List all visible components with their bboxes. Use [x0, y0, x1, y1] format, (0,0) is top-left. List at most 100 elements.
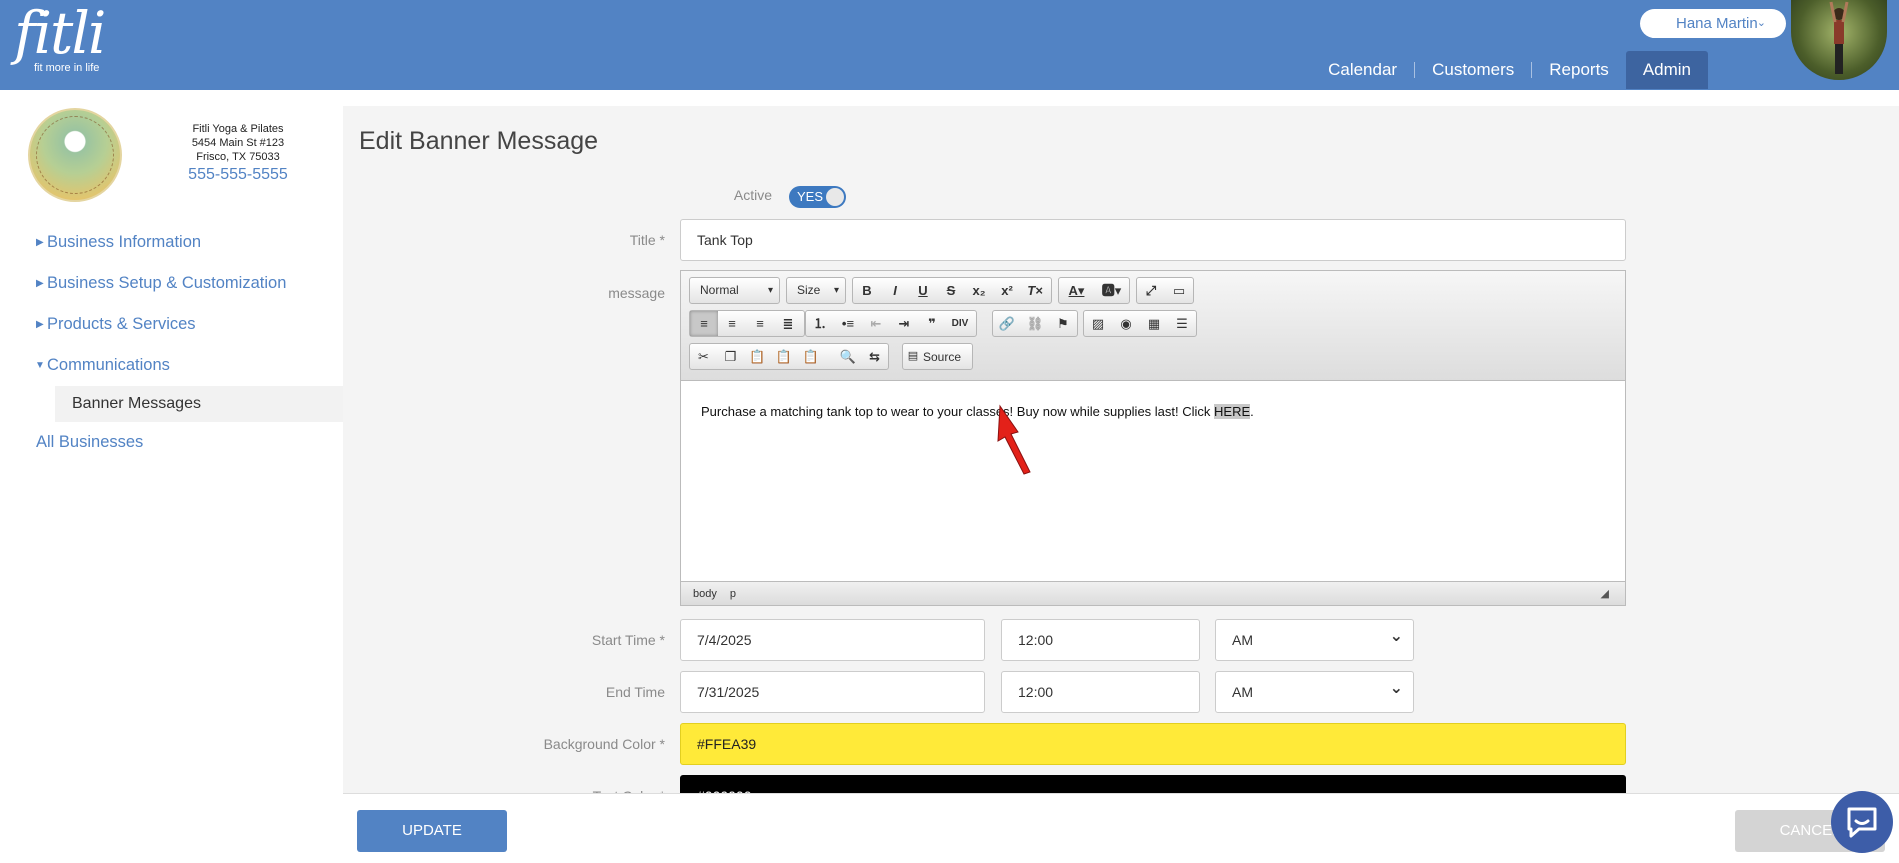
nav-customers[interactable]: Customers [1415, 52, 1531, 88]
background-color-input[interactable]: #FFEA39 [680, 723, 1626, 765]
main-nav: Calendar Customers Reports Admin [1311, 51, 1708, 89]
toggle-knob [826, 188, 844, 206]
sidebar-item-business-setup[interactable]: ▶ Business Setup & Customization [0, 263, 343, 304]
bold-icon[interactable]: B [853, 278, 881, 303]
sidebar-item-business-information[interactable]: ▶ Business Information [0, 222, 343, 263]
nav-reports[interactable]: Reports [1532, 52, 1626, 88]
numbered-list-icon[interactable]: ⒈ [806, 311, 834, 336]
business-address-2: Frisco, TX 75033 [196, 151, 280, 163]
logo-ring [36, 116, 114, 194]
size-combo[interactable]: Size [786, 277, 846, 304]
source-icon: ▤ [907, 350, 919, 362]
admin-menu: ▶ Business Information ▶ Business Setup … [0, 222, 343, 463]
paste-icon[interactable]: 📋 [744, 344, 771, 369]
align-group: ≡ ≡ ≡ ≣ [689, 310, 805, 337]
sidebar-item-label: Business Information [47, 233, 202, 251]
logo-tagline: fit more in life [34, 62, 100, 74]
chat-launcher[interactable] [1831, 791, 1893, 853]
table-icon[interactable]: ▦ [1140, 311, 1168, 336]
resize-grip-icon[interactable]: ◢ [1601, 582, 1609, 606]
find-icon[interactable]: 🔍 [834, 344, 861, 369]
link-icon[interactable]: 🔗 [993, 311, 1021, 336]
sidebar-item-all-businesses[interactable]: All Businesses [0, 422, 343, 463]
element-path-body[interactable]: body [693, 588, 717, 600]
rich-text-editor: Normal Size B I U S x₂ x² T× A▾ 🅰▾ ⤢ ▭ [680, 270, 1626, 606]
business-logo [28, 108, 122, 202]
business-name: Fitli Yoga & Pilates [192, 123, 284, 135]
end-time-label: End Time [605, 684, 665, 700]
avatar[interactable] [1791, 0, 1887, 80]
unlink-icon[interactable]: ⛓ [1021, 311, 1049, 336]
fitli-logo[interactable]: fitli fit more in life [14, 0, 106, 74]
paste-word-icon[interactable]: 📋 [797, 344, 824, 369]
title-input[interactable]: Tank Top [680, 219, 1626, 261]
outdent-icon[interactable]: ⇤ [862, 311, 890, 336]
horizontal-line-icon[interactable]: ☰ [1168, 311, 1196, 336]
clipboard-group: ✂ ❐ 📋 📋 📋 🔍 ⇆ [689, 343, 889, 370]
source-button[interactable]: ▤ Source [902, 343, 973, 370]
sidebar: Fitli Yoga & Pilates 5454 Main St #123 F… [0, 90, 343, 863]
start-ampm-select[interactable]: AM [1215, 619, 1414, 661]
superscript-icon[interactable]: x² [993, 278, 1021, 303]
background-color-icon[interactable]: 🅰▾ [1094, 278, 1129, 303]
div-container-icon[interactable]: DIV [946, 311, 974, 336]
nav-admin[interactable]: Admin [1625, 51, 1708, 89]
align-center-icon[interactable]: ≡ [718, 311, 746, 336]
background-color-label: Background Color * [543, 736, 665, 752]
align-left-icon[interactable]: ≡ [690, 311, 718, 336]
caret-right-icon: ▶ [36, 319, 44, 330]
color-group: A▾ 🅰▾ [1058, 277, 1130, 304]
format-combo[interactable]: Normal [689, 277, 780, 304]
caret-right-icon: ▶ [36, 237, 44, 248]
cut-icon[interactable]: ✂ [690, 344, 717, 369]
list-group: ⒈ •≡ ⇤ ⇥ ❞ DIV [805, 310, 977, 337]
sidebar-item-label: Products & Services [47, 315, 196, 333]
toggle-label: YES [797, 189, 824, 204]
caret-right-icon: ▶ [36, 278, 44, 289]
anchor-flag-icon[interactable]: ⚑ [1049, 311, 1077, 336]
replace-icon[interactable]: ⇆ [861, 344, 888, 369]
flash-icon[interactable]: ◉ [1112, 311, 1140, 336]
align-right-icon[interactable]: ≡ [746, 311, 774, 336]
basic-styles-group: B I U S x₂ x² T× [852, 277, 1052, 304]
user-menu[interactable]: Hana Martin ⌄ [1640, 9, 1786, 38]
active-label: Active [733, 187, 772, 203]
remove-format-icon[interactable]: T× [1021, 278, 1049, 303]
show-blocks-icon[interactable]: ▭ [1165, 278, 1193, 303]
nav-calendar[interactable]: Calendar [1311, 52, 1414, 88]
indent-icon[interactable]: ⇥ [890, 311, 918, 336]
business-phone[interactable]: 555-555-5555 [148, 167, 328, 183]
format-value: Normal [690, 278, 779, 303]
business-info: Fitli Yoga & Pilates 5454 Main St #123 F… [148, 122, 328, 183]
underline-icon[interactable]: U [909, 278, 937, 303]
sidebar-subitem-banner-messages[interactable]: Banner Messages [55, 386, 343, 422]
title-label: Title * [629, 232, 665, 248]
italic-icon[interactable]: I [881, 278, 909, 303]
update-button[interactable]: UPDATE [357, 810, 507, 852]
active-toggle[interactable]: YES [789, 186, 846, 208]
start-time-input[interactable]: 12:00 [1001, 619, 1200, 661]
editor-content[interactable]: Purchase a matching tank top to wear to … [701, 404, 1254, 419]
page-title: Edit Banner Message [359, 127, 599, 155]
text-color-icon[interactable]: A▾ [1059, 278, 1094, 303]
end-time-input[interactable]: 12:00 [1001, 671, 1200, 713]
bullet-list-icon[interactable]: •≡ [834, 311, 862, 336]
end-date-input[interactable]: 7/31/2025 [680, 671, 985, 713]
start-date-input[interactable]: 7/4/2025 [680, 619, 985, 661]
justify-icon[interactable]: ≣ [774, 311, 802, 336]
image-icon[interactable]: ▨ [1084, 311, 1112, 336]
blockquote-icon[interactable]: ❞ [918, 311, 946, 336]
sidebar-item-products-services[interactable]: ▶ Products & Services [0, 304, 343, 345]
chat-bubble-icon [1847, 807, 1877, 838]
caret-down-icon: ▼ [35, 360, 45, 371]
maximize-icon[interactable]: ⤢ [1137, 278, 1165, 303]
paste-text-icon[interactable]: 📋 [771, 344, 798, 369]
sidebar-item-communications[interactable]: ▼ Communications [0, 345, 343, 386]
logo-wordmark: fitli [14, 0, 106, 67]
end-ampm-select[interactable]: AM [1215, 671, 1414, 713]
copy-icon[interactable]: ❐ [717, 344, 744, 369]
message-link[interactable]: HERE [1214, 404, 1251, 419]
element-path-p[interactable]: p [730, 588, 736, 600]
subscript-icon[interactable]: x₂ [965, 278, 993, 303]
strikethrough-icon[interactable]: S [937, 278, 965, 303]
